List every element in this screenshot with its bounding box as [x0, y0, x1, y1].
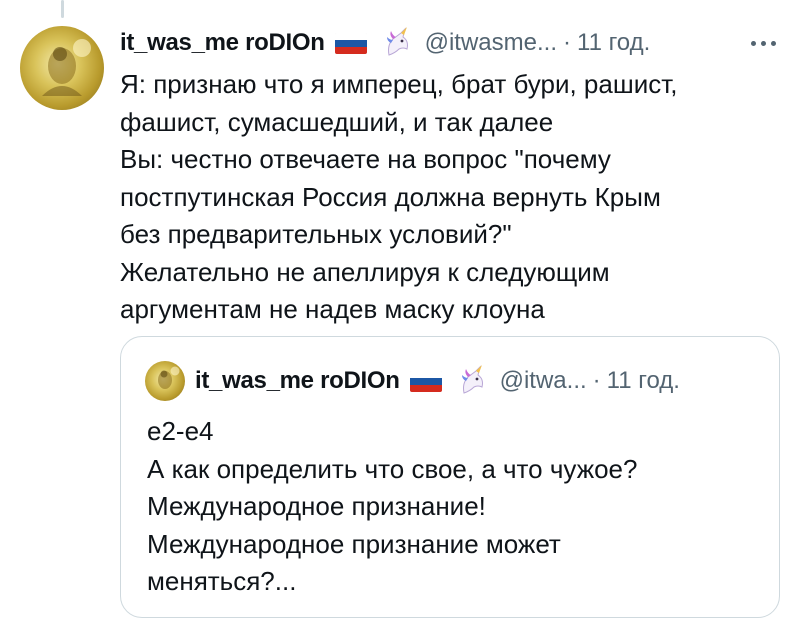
tweet: it_was_me roDIOn @itwasme... · 11 год. Я… [120, 22, 790, 329]
quoted-tweet-card[interactable]: it_was_me roDIOn @itwa... · 11 год. e2-e… [120, 336, 780, 618]
tweet-text: Я: признаю что я имперец, брат бури, раш… [120, 66, 790, 329]
tweet-text-line: аргументам не надев маску клоуна [120, 294, 545, 324]
quoted-text-line: Международное признание может [147, 528, 561, 559]
quoted-text-line: Международное признание! [147, 491, 486, 521]
quoted-tweet-text: e2-e4 А как определить что свое, а что ч… [147, 413, 637, 601]
tweet-header: it_was_me roDIOn @itwasme... · 11 год. [120, 22, 790, 64]
quoted-avatar [145, 361, 185, 401]
more-options-icon[interactable] [751, 40, 776, 46]
separator-dot: · [592, 367, 601, 394]
tweet-text-line: без предварительных условий?" [120, 219, 512, 249]
quoted-author-display-name: it_was_me roDIOn [195, 367, 400, 394]
separator-dot: · [563, 29, 571, 56]
unicorn-icon [456, 365, 488, 397]
tweet-text-line: Вы: честно отвечаете на вопрос "почему [120, 144, 611, 174]
thread-connector-line [61, 0, 64, 18]
author-display-name[interactable]: it_was_me roDIOn [120, 29, 325, 57]
quoted-text-line: e2-e4 [147, 416, 214, 446]
tweet-text-line: фашист, сумасшедший, и так далее [120, 106, 554, 137]
quoted-tweet-header: it_was_me roDIOn @itwa... · 11 год. [145, 361, 680, 401]
tweet-text-line: постпутинская Россия должна вернуть Крым [120, 181, 661, 212]
quoted-text-line: А как определить что свое, а что чужое? [147, 453, 638, 484]
tweet-text-line: Желательно не апеллируя к следующим [120, 256, 610, 287]
tweet-timestamp[interactable]: 11 год. [577, 29, 650, 57]
unicorn-icon [381, 27, 413, 59]
tweet-text-line: Я: признаю что я имперец, брат бури, раш… [120, 69, 678, 99]
quoted-tweet-timestamp: 11 год. [606, 367, 680, 394]
quoted-author-handle: @itwa... [499, 367, 587, 394]
avatar[interactable] [20, 26, 104, 110]
russia-flag-icon [409, 370, 442, 392]
russia-flag-icon [334, 32, 367, 54]
quoted-text-line: меняться?... [147, 566, 297, 596]
author-handle[interactable]: @itwasme... [425, 29, 557, 57]
avatar-image [42, 39, 91, 96]
